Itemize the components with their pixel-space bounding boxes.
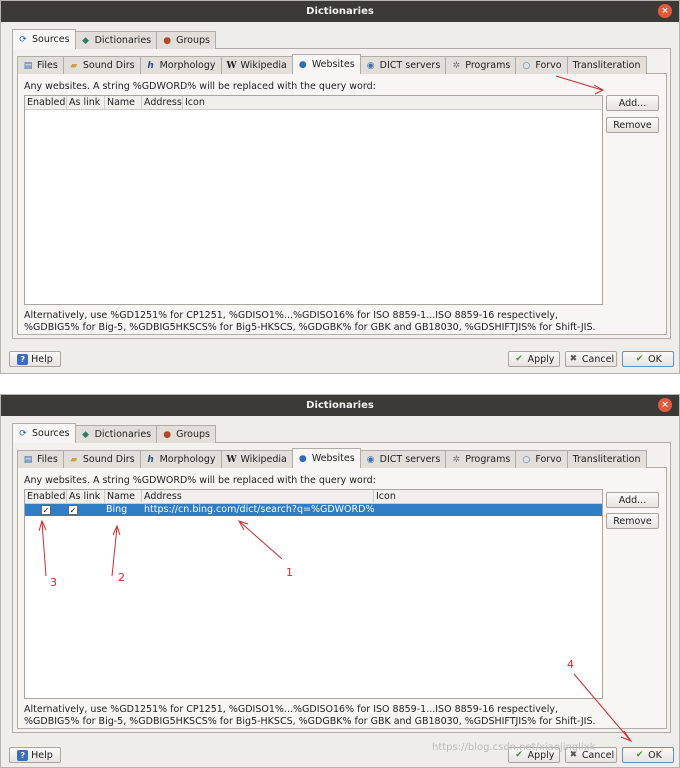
add-button[interactable]: Add...	[606, 95, 659, 111]
tab-sound-dirs[interactable]: ▰ Sound Dirs	[62, 450, 141, 468]
tab-wikipedia[interactable]: W Wikipedia	[220, 450, 293, 468]
h-icon: h	[147, 454, 154, 465]
websites-table[interactable]: Enabled As link Name Address Icon ✓ ✓ Bi…	[24, 489, 603, 699]
window-titlebar: Dictionaries ×	[1, 395, 679, 416]
tab-dict-servers[interactable]: ◉ DICT servers	[359, 56, 447, 74]
forvo-icon: ○	[522, 454, 531, 465]
websites-description: Any websites. A string %GDWORD% will be …	[24, 475, 376, 486]
tab-morphology[interactable]: h Morphology	[139, 450, 222, 468]
w-icon: W	[226, 60, 237, 71]
website-name[interactable]: Bing	[106, 504, 127, 516]
as-link-checkbox[interactable]: ✓	[68, 505, 78, 515]
column-name[interactable]: Name	[105, 96, 142, 110]
column-as-link[interactable]: As link	[67, 490, 105, 504]
tab-dict-servers[interactable]: ◉ DICT servers	[359, 450, 447, 468]
website-address[interactable]: https://cn.bing.com/dict/search?q=%GDWOR…	[144, 504, 374, 516]
add-button[interactable]: Add...	[606, 492, 659, 508]
table-header: Enabled As link Name Address Icon	[25, 96, 602, 110]
tab-transliteration[interactable]: Transliteration	[566, 56, 647, 74]
server-icon: ◉	[366, 454, 375, 465]
globe-icon: ●	[298, 453, 307, 464]
tab-programs[interactable]: ✲ Programs	[445, 450, 517, 468]
gear-icon: ✲	[452, 454, 461, 465]
tab-transliteration[interactable]: Transliteration	[566, 450, 647, 468]
ok-button[interactable]: ✔ OK	[622, 351, 674, 367]
apply-button[interactable]: ✔ Apply	[508, 351, 560, 367]
watermark: https://blog.csdn.net/xiaojinglixk	[432, 742, 596, 753]
ok-button[interactable]: ✔ OK	[622, 747, 674, 763]
tab-forvo[interactable]: ○ Forvo	[515, 450, 568, 468]
help-icon: ?	[17, 749, 29, 761]
forvo-icon: ○	[522, 60, 531, 71]
book-icon: ◆	[82, 429, 90, 440]
tab-sources[interactable]: ⟳ Sources	[12, 29, 76, 49]
main-tab-bar: ⟳ Sources ◆ Dictionaries ● Groups	[12, 423, 216, 443]
checkmark-icon: ✔	[515, 353, 523, 364]
table-header: Enabled As link Name Address Icon	[25, 490, 602, 504]
column-enabled[interactable]: Enabled	[25, 96, 67, 110]
table-row[interactable]: ✓ ✓ Bing https://cn.bing.com/dict/search…	[25, 504, 602, 516]
help-button[interactable]: ? Help	[9, 351, 61, 367]
websites-table[interactable]: Enabled As link Name Address Icon	[24, 95, 603, 305]
tab-wikipedia[interactable]: W Wikipedia	[220, 56, 293, 74]
tab-websites[interactable]: ● Websites	[291, 54, 361, 74]
encoding-footnote: Alternatively, use %GD1251% for CP1251, …	[24, 704, 596, 727]
column-name[interactable]: Name	[105, 490, 142, 504]
tab-groups[interactable]: ● Groups	[156, 425, 216, 443]
checkmark-icon: ✔	[635, 749, 644, 760]
window-titlebar: Dictionaries ×	[1, 1, 679, 22]
book-icon: ◆	[82, 35, 90, 46]
w-icon: W	[226, 454, 237, 465]
close-icon[interactable]: ×	[658, 4, 672, 18]
sources-sub-tab-bar: ▤ Files ▰ Sound Dirs h Morphology W Wiki…	[17, 54, 647, 74]
close-icon[interactable]: ×	[658, 398, 672, 412]
dictionaries-window-step2: Dictionaries × ⟳ Sources ◆ Dictionaries …	[0, 394, 680, 768]
encoding-footnote: Alternatively, use %GD1251% for CP1251, …	[24, 310, 596, 333]
tab-forvo[interactable]: ○ Forvo	[515, 56, 568, 74]
column-icon[interactable]: Icon	[183, 96, 602, 110]
tab-morphology[interactable]: h Morphology	[139, 56, 222, 74]
websites-description: Any websites. A string %GDWORD% will be …	[24, 81, 376, 92]
folder-icon: ▰	[70, 60, 78, 71]
column-address[interactable]: Address	[142, 96, 183, 110]
cancel-icon: ✖	[569, 353, 578, 364]
file-icon: ▤	[23, 60, 33, 71]
tab-programs[interactable]: ✲ Programs	[445, 56, 517, 74]
tab-dictionaries[interactable]: ◆ Dictionaries	[74, 31, 158, 49]
tab-websites[interactable]: ● Websites	[291, 448, 361, 468]
h-icon: h	[147, 60, 154, 71]
main-tab-bar: ⟳ Sources ◆ Dictionaries ● Groups	[12, 29, 216, 49]
tab-sound-dirs[interactable]: ▰ Sound Dirs	[62, 56, 141, 74]
tab-groups[interactable]: ● Groups	[156, 31, 216, 49]
remove-button[interactable]: Remove	[606, 513, 659, 529]
tab-files[interactable]: ▤ Files	[17, 56, 64, 74]
refresh-icon: ⟳	[19, 428, 27, 439]
help-button[interactable]: ? Help	[9, 747, 61, 763]
globe-icon: ●	[298, 59, 307, 70]
window-title: Dictionaries	[306, 400, 374, 411]
groups-icon: ●	[163, 429, 172, 440]
checkmark-icon: ✔	[635, 353, 644, 364]
sources-sub-tab-bar: ▤ Files ▰ Sound Dirs h Morphology W Wiki…	[17, 448, 647, 468]
tab-sources[interactable]: ⟳ Sources	[12, 423, 76, 443]
tab-dictionaries[interactable]: ◆ Dictionaries	[74, 425, 158, 443]
gear-icon: ✲	[452, 60, 461, 71]
refresh-icon: ⟳	[19, 34, 27, 45]
help-icon: ?	[17, 353, 29, 365]
column-icon[interactable]: Icon	[374, 490, 602, 504]
dictionaries-window-step1: Dictionaries × ⟳ Sources ◆ Dictionaries …	[0, 0, 680, 374]
column-enabled[interactable]: Enabled	[25, 490, 67, 504]
enabled-checkbox[interactable]: ✓	[41, 505, 51, 515]
groups-icon: ●	[163, 35, 172, 46]
file-icon: ▤	[23, 454, 33, 465]
column-as-link[interactable]: As link	[67, 96, 105, 110]
column-address[interactable]: Address	[142, 490, 374, 504]
window-title: Dictionaries	[306, 6, 374, 17]
folder-icon: ▰	[70, 454, 78, 465]
tab-files[interactable]: ▤ Files	[17, 450, 64, 468]
server-icon: ◉	[366, 60, 375, 71]
remove-button[interactable]: Remove	[606, 117, 659, 133]
cancel-button[interactable]: ✖ Cancel	[565, 351, 617, 367]
